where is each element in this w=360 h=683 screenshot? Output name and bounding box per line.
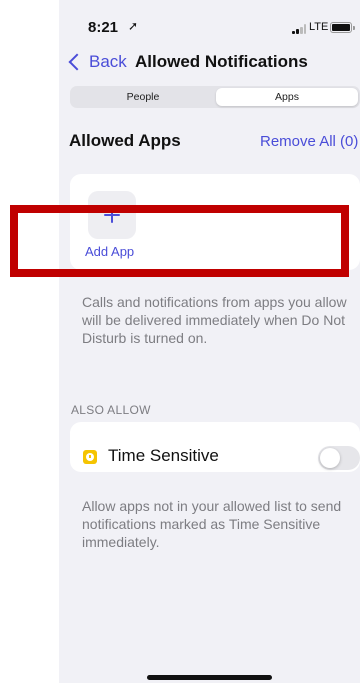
battery-icon <box>330 22 355 33</box>
time-sensitive-description: Allow apps not in your allowed list to s… <box>82 498 342 550</box>
navigation-bar: Back Allowed Notifications <box>59 45 360 79</box>
highlight-box <box>10 205 349 277</box>
allowed-apps-title: Allowed Apps <box>69 131 181 150</box>
allowed-apps-description: Calls and notifications from apps you al… <box>82 294 347 346</box>
back-label: Back <box>89 52 127 71</box>
network-type: LTE <box>309 21 329 33</box>
page-title: Allowed Notifications <box>135 52 308 71</box>
remove-all-button[interactable]: Remove All (0) <box>260 133 358 150</box>
status-bar: 8:21 ➚ LTE <box>59 0 360 45</box>
time-sensitive-icon <box>83 450 97 464</box>
status-time: 8:21 <box>88 19 119 36</box>
segment-apps[interactable]: Apps <box>216 88 358 106</box>
segment-people[interactable]: People <box>72 88 214 106</box>
chevron-left-icon <box>68 53 86 71</box>
time-sensitive-toggle[interactable] <box>318 446 360 470</box>
phone-screen: 8:21 ➚ LTE Back Allowed Notifications Pe… <box>59 0 360 683</box>
toggle-knob <box>320 448 340 468</box>
location-arrow-icon: ➚ <box>128 19 139 33</box>
segmented-control: People Apps <box>70 86 360 108</box>
signal-icon <box>292 24 306 34</box>
home-indicator[interactable] <box>147 675 272 680</box>
time-sensitive-row: Time Sensitive <box>70 422 360 472</box>
also-allow-header: ALSO ALLOW <box>71 403 151 417</box>
time-sensitive-label: Time Sensitive <box>108 446 219 465</box>
back-button[interactable]: Back <box>67 48 127 76</box>
